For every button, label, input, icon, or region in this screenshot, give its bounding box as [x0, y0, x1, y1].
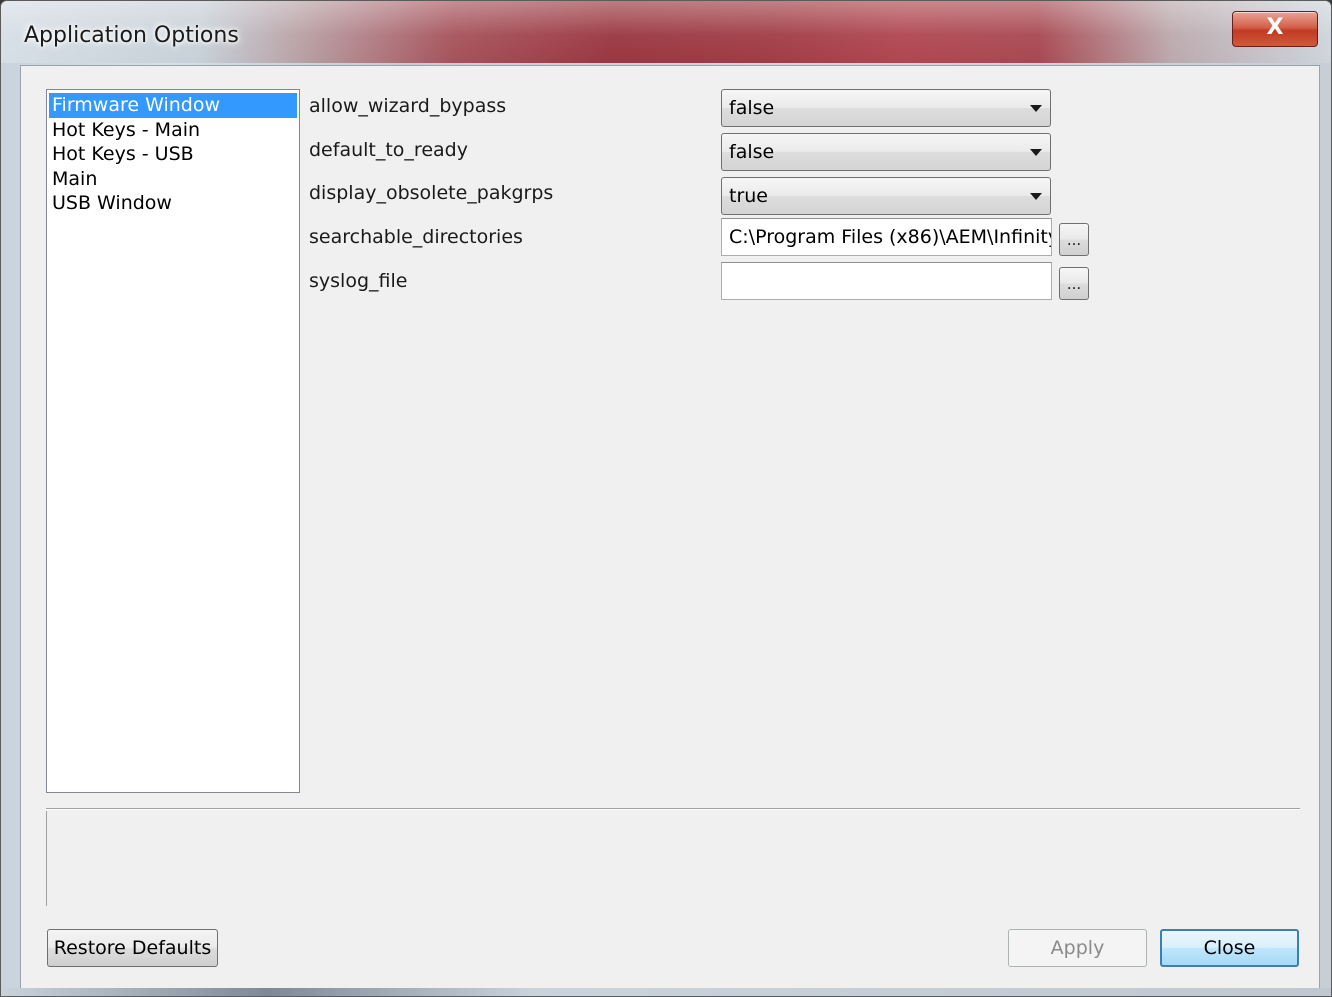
display-obsolete-pakgrps-dropdown[interactable]: true [721, 177, 1051, 215]
searchable-directories-browse-button[interactable]: ... [1059, 223, 1089, 256]
default-to-ready-dropdown[interactable]: false [721, 133, 1051, 171]
syslog-file-field[interactable] [721, 262, 1052, 300]
option-label-syslog-file: syslog_file [309, 270, 408, 292]
window-close-button[interactable]: X [1232, 11, 1318, 47]
dropdown-value: false [729, 141, 775, 163]
allow-wizard-bypass-dropdown[interactable]: false [721, 89, 1051, 127]
option-label-searchable-directories: searchable_directories [309, 226, 523, 248]
option-label-allow-wizard-bypass: allow_wizard_bypass [309, 95, 507, 117]
restore-defaults-button[interactable]: Restore Defaults [47, 929, 218, 967]
chevron-down-icon [1030, 149, 1042, 156]
close-icon: X [1266, 15, 1284, 40]
category-item-main[interactable]: Main [49, 167, 297, 192]
category-item-firmware-window[interactable]: Firmware Window [49, 93, 297, 118]
description-panel [46, 811, 1300, 906]
chevron-down-icon [1030, 193, 1042, 200]
window-title: Application Options [24, 23, 239, 48]
category-list[interactable]: Firmware Window Hot Keys - Main Hot Keys… [46, 89, 300, 793]
option-label-default-to-ready: default_to_ready [309, 139, 468, 161]
dialog-client-area: Firmware Window Hot Keys - Main Hot Keys… [20, 65, 1320, 990]
chevron-down-icon [1030, 105, 1042, 112]
searchable-directories-value: C:\Program Files (x86)\AEM\Infinity [729, 226, 1052, 248]
divider [46, 808, 1300, 810]
category-item-hot-keys-usb[interactable]: Hot Keys - USB [49, 142, 297, 167]
close-button[interactable]: Close [1160, 929, 1299, 967]
window-frame-bottom [1, 988, 1331, 996]
option-label-display-obsolete-pakgrps: display_obsolete_pakgrps [309, 182, 554, 204]
dropdown-value: false [729, 97, 775, 119]
category-item-usb-window[interactable]: USB Window [49, 191, 297, 216]
syslog-file-browse-button[interactable]: ... [1059, 267, 1089, 300]
dropdown-value: true [729, 185, 768, 207]
apply-button[interactable]: Apply [1008, 929, 1147, 967]
category-item-hot-keys-main[interactable]: Hot Keys - Main [49, 118, 297, 143]
title-bar[interactable]: Application Options X [1, 1, 1331, 63]
application-options-dialog: Application Options X Firmware Window Ho… [0, 0, 1332, 997]
searchable-directories-field[interactable]: C:\Program Files (x86)\AEM\Infinity [721, 218, 1052, 256]
